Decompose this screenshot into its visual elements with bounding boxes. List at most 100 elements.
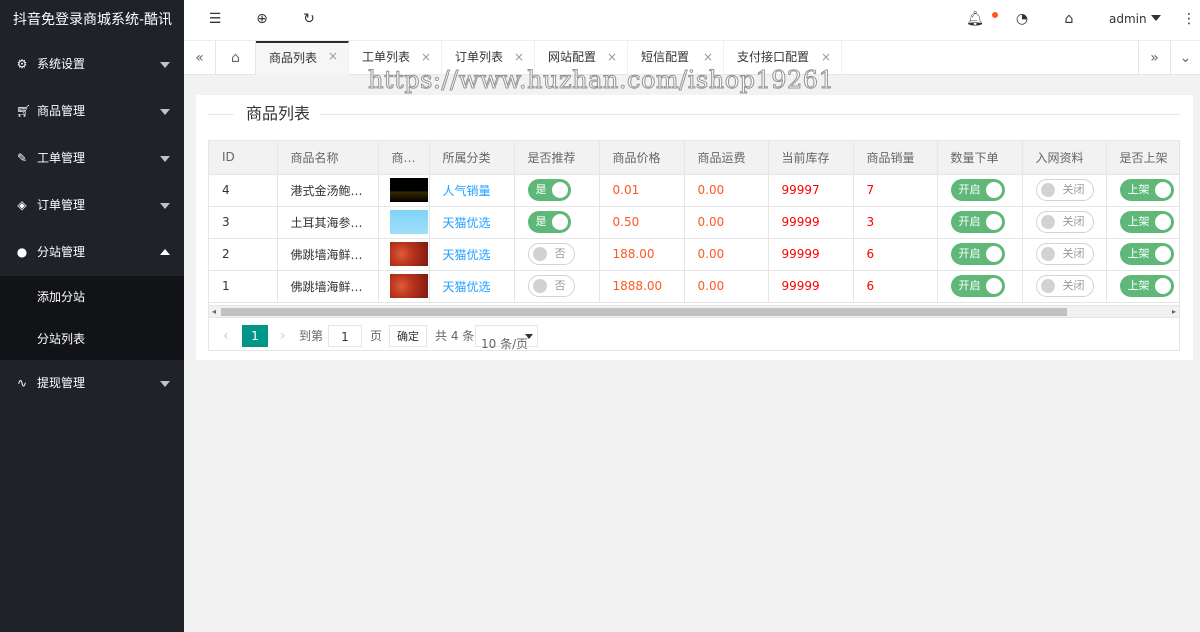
sidebar-subitem-substation-list[interactable]: 分站列表 — [0, 318, 184, 360]
home-icon[interactable]: ⌂ — [216, 41, 256, 75]
chevron-down-icon — [160, 203, 170, 209]
column-header[interactable]: 商品名称 — [277, 141, 379, 175]
product-thumbnail[interactable] — [389, 178, 428, 202]
scrollbar-thumb[interactable] — [221, 308, 1067, 316]
scroll-left-icon[interactable]: ◂ — [212, 307, 216, 316]
next-page-icon[interactable]: › — [280, 325, 286, 347]
column-header[interactable]: 是否推荐 — [514, 141, 600, 175]
close-icon[interactable]: × — [328, 41, 338, 71]
cell-price: 0.01 — [599, 174, 685, 207]
netinfo-toggle[interactable]: 关闭 — [1035, 243, 1094, 265]
product-thumbnail[interactable] — [389, 210, 428, 234]
column-header[interactable]: 是否上架 — [1106, 141, 1179, 175]
sidebar-item-label: 工单管理 — [37, 151, 86, 165]
cell-id: 3 — [209, 206, 278, 239]
listed-toggle[interactable]: 上架 — [1119, 243, 1174, 265]
column-header[interactable]: 入网资料 — [1022, 141, 1107, 175]
cell-listed: 上架 — [1106, 206, 1179, 239]
cell-stock: 99999 — [768, 270, 854, 303]
tab-scroll-left-icon[interactable]: « — [184, 41, 216, 75]
tab-product-list[interactable]: 商品列表 × — [256, 41, 349, 75]
theme-icon[interactable]: ◔ — [1013, 11, 1031, 27]
sidebar-item-label: 分站管理 — [37, 245, 86, 259]
chevron-down-icon — [160, 156, 170, 162]
cell-price: 0.50 — [599, 206, 685, 239]
cell-thumbnail — [378, 270, 430, 303]
sidebar-item-withdrawals[interactable]: ∿ 提现管理 — [0, 360, 184, 407]
recommend-toggle[interactable]: 是 — [527, 179, 571, 201]
bell-icon[interactable]: 🔔︎ — [966, 11, 984, 27]
cell-product-name: 港式金汤鲍… — [277, 174, 379, 207]
sidebar-item-label: 订单管理 — [37, 198, 86, 212]
netinfo-toggle[interactable]: 关闭 — [1035, 179, 1094, 201]
cell-shipping: 0.00 — [684, 238, 769, 271]
cell-category[interactable]: 天猫优选 — [429, 238, 515, 271]
current-page-button[interactable]: 1 — [242, 325, 268, 347]
cell-sales: 6 — [853, 238, 938, 271]
sidebar-item-orders[interactable]: ◈ 订单管理 — [0, 182, 184, 229]
chevron-up-icon — [160, 249, 170, 255]
product-thumbnail[interactable] — [389, 274, 428, 298]
column-header[interactable]: 商… — [378, 141, 430, 175]
column-header[interactable]: 商品运费 — [684, 141, 769, 175]
prev-page-icon[interactable]: ‹ — [223, 325, 229, 347]
ticket-icon: ✎ — [16, 151, 28, 165]
listed-toggle[interactable]: 上架 — [1119, 275, 1174, 297]
confirm-jump-button[interactable]: 确定 — [389, 325, 427, 347]
qty-order-toggle[interactable]: 开启 — [950, 275, 1005, 297]
tag-icon[interactable]: ⌂ — [1060, 11, 1078, 27]
cell-shipping: 0.00 — [684, 174, 769, 207]
cell-price: 188.00 — [599, 238, 685, 271]
menu-fold-icon[interactable]: ☰ — [206, 11, 224, 27]
column-header[interactable]: 所属分类 — [429, 141, 515, 175]
product-thumbnail[interactable] — [389, 242, 428, 266]
user-menu[interactable]: admin — [1109, 12, 1161, 26]
scroll-right-icon[interactable]: ▸ — [1172, 307, 1176, 316]
column-header[interactable]: ID — [209, 141, 278, 175]
sidebar-item-products[interactable]: 🛒︎ 商品管理 — [0, 88, 184, 135]
cell-listed: 上架 — [1106, 238, 1179, 271]
content-card: 商品列表 ID 商品名称 商… 所属分类 是否推荐 商品价格 商品运费 当前库存… — [196, 95, 1193, 360]
page-title: 商品列表 — [234, 102, 321, 126]
page-number-input[interactable]: 1 — [328, 325, 362, 347]
sidebar-item-substations[interactable]: ● 分站管理 — [0, 229, 184, 276]
column-header[interactable]: 商品销量 — [853, 141, 938, 175]
qty-order-toggle[interactable]: 开启 — [950, 179, 1005, 201]
cell-stock: 99999 — [768, 238, 854, 271]
horizontal-scrollbar[interactable]: ◂ ▸ — [209, 305, 1179, 317]
column-header[interactable]: 数量下单 — [937, 141, 1023, 175]
sidebar: 抖音免登录商城系统-酷讯 ⚙ 系统设置 🛒︎ 商品管理 ✎ 工单管理 ◈ 订单管… — [0, 0, 184, 632]
recommend-toggle[interactable]: 否 — [527, 275, 575, 297]
sidebar-item-system-settings[interactable]: ⚙ 系统设置 — [0, 41, 184, 88]
sidebar-subitem-add-substation[interactable]: 添加分站 — [0, 276, 184, 318]
cell-listed: 上架 — [1106, 174, 1179, 207]
listed-toggle[interactable]: 上架 — [1119, 179, 1174, 201]
sidebar-item-tickets[interactable]: ✎ 工单管理 — [0, 135, 184, 182]
cell-category[interactable]: 天猫优选 — [429, 206, 515, 239]
listed-toggle[interactable]: 上架 — [1119, 211, 1174, 233]
column-header[interactable]: 商品价格 — [599, 141, 685, 175]
netinfo-toggle[interactable]: 关闭 — [1035, 211, 1094, 233]
username: admin — [1109, 12, 1147, 26]
table-header-row: ID 商品名称 商… 所属分类 是否推荐 商品价格 商品运费 当前库存 商品销量… — [209, 141, 1179, 175]
globe-icon[interactable]: ⊕ — [253, 11, 271, 27]
tab-scroll-right-icon[interactable]: » — [1138, 41, 1170, 75]
cell-price: 1888.00 — [599, 270, 685, 303]
refresh-icon[interactable]: ↻ — [300, 11, 318, 27]
cell-thumbnail — [378, 238, 430, 271]
cell-category[interactable]: 人气销量 — [429, 174, 515, 207]
cell-category[interactable]: 天猫优选 — [429, 270, 515, 303]
netinfo-toggle[interactable]: 关闭 — [1035, 275, 1094, 297]
sidebar-item-label: 系统设置 — [37, 57, 86, 71]
column-header[interactable]: 当前库存 — [768, 141, 854, 175]
tab-menu-icon[interactable]: ⌄ — [1170, 41, 1200, 75]
recommend-toggle[interactable]: 否 — [527, 243, 575, 265]
more-icon[interactable]: ⋮ — [1180, 11, 1198, 27]
recommend-toggle[interactable]: 是 — [527, 211, 571, 233]
qty-order-toggle[interactable]: 开启 — [950, 243, 1005, 265]
qty-order-toggle[interactable]: 开启 — [950, 211, 1005, 233]
page-size-select[interactable]: 10 条/页 — [475, 325, 538, 350]
top-header: ☰ ⊕ ↻ 🔔︎ ◔ ⌂ admin ⋮ — [184, 0, 1200, 41]
cell-qty-order: 开启 — [937, 174, 1023, 207]
cart-icon: 🛒︎ — [16, 104, 32, 118]
